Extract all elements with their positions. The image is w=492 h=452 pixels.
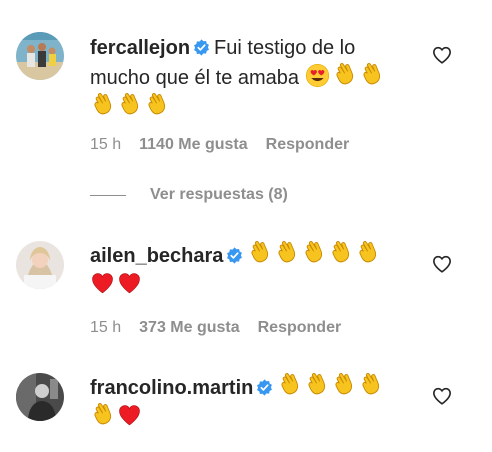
view-replies-label[interactable]: Ver respuestas (8) bbox=[150, 186, 288, 204]
red-heart-emoji-icon bbox=[90, 271, 115, 296]
clap-emoji-icon bbox=[359, 63, 384, 88]
like-comment-heart-icon[interactable] bbox=[432, 46, 452, 64]
heart-eyes-emoji-icon bbox=[305, 63, 330, 88]
verified-badge-icon bbox=[226, 247, 243, 264]
avatar-photo-portrait-icon bbox=[16, 241, 64, 289]
like-comment-heart-icon[interactable] bbox=[432, 255, 452, 273]
clap-emoji-icon bbox=[358, 373, 383, 398]
avatar-ailen_bechara[interactable] bbox=[16, 241, 64, 289]
avatar-francolino-martin[interactable] bbox=[16, 373, 64, 421]
clap-emoji-icon bbox=[332, 63, 357, 88]
comment-time: 15 h bbox=[90, 319, 122, 336]
clap-emoji-icon bbox=[328, 241, 353, 266]
clap-emoji-icon bbox=[117, 93, 142, 118]
avatar-photo-group-icon bbox=[16, 32, 64, 80]
replies-divider-line bbox=[90, 194, 126, 196]
comment-username[interactable]: ailen_bechara bbox=[90, 245, 223, 267]
avatar-photo-bw-icon bbox=[16, 373, 64, 421]
clap-emoji-icon bbox=[90, 403, 115, 428]
red-heart-emoji-icon bbox=[117, 271, 142, 296]
clap-emoji-icon bbox=[304, 373, 329, 398]
reply-button[interactable]: Responder bbox=[258, 319, 342, 336]
comment-likes[interactable]: 373 Me gusta bbox=[139, 319, 239, 336]
comment-likes[interactable]: 1140 Me gusta bbox=[139, 136, 248, 153]
avatar-fercallejon[interactable] bbox=[16, 32, 64, 80]
comment-time: 15 h bbox=[90, 136, 122, 153]
comment-username[interactable]: francolino.martin bbox=[90, 377, 253, 399]
view-replies-button[interactable]: Ver respuestas (8) bbox=[90, 186, 288, 204]
clap-emoji-icon bbox=[144, 93, 169, 118]
clap-emoji-icon bbox=[247, 241, 272, 266]
comment-username[interactable]: fercallejon bbox=[90, 37, 190, 59]
verified-badge-icon bbox=[256, 379, 273, 396]
clap-emoji-icon bbox=[277, 373, 302, 398]
clap-emoji-icon bbox=[301, 241, 326, 266]
comment-text-line-1: Fui testigo de lo bbox=[214, 37, 356, 59]
verified-badge-icon bbox=[193, 39, 210, 56]
like-comment-heart-icon[interactable] bbox=[432, 387, 452, 405]
clap-emoji-icon bbox=[355, 241, 380, 266]
red-heart-emoji-icon bbox=[117, 403, 142, 428]
reply-button[interactable]: Responder bbox=[266, 136, 350, 153]
comment-text-line-2: mucho que él te amaba bbox=[90, 67, 300, 89]
clap-emoji-icon bbox=[331, 373, 356, 398]
clap-emoji-icon bbox=[90, 93, 115, 118]
clap-emoji-icon bbox=[274, 241, 299, 266]
